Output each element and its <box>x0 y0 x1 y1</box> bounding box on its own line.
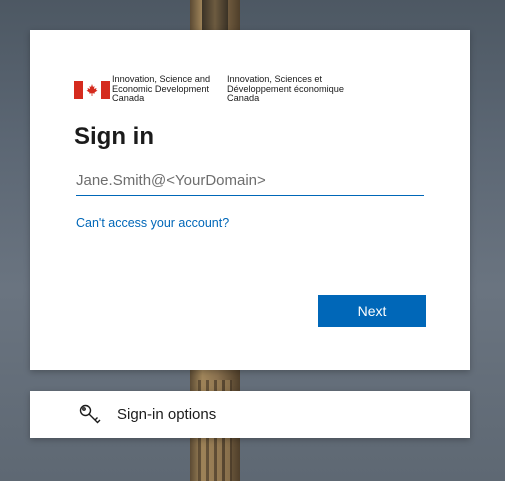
canada-flag-icon <box>74 81 110 99</box>
signin-options-label: Sign-in options <box>117 406 217 423</box>
logo-french-text: Innovation, Sciences et Développement éc… <box>227 74 344 103</box>
next-button[interactable]: Next <box>318 295 426 327</box>
signin-options-button[interactable]: Sign-in options <box>30 391 470 438</box>
logo-english-text: Innovation, Science and Economic Develop… <box>112 74 211 103</box>
page-title: Sign in <box>74 123 154 150</box>
cant-access-account-link[interactable]: Can't access your account? <box>76 216 229 230</box>
key-icon <box>78 403 102 427</box>
organization-logo: Innovation, Science and Economic Develop… <box>74 74 367 105</box>
email-field-wrapper <box>76 166 424 196</box>
email-field[interactable] <box>76 166 424 196</box>
signin-card: Innovation, Science and Economic Develop… <box>30 30 470 370</box>
